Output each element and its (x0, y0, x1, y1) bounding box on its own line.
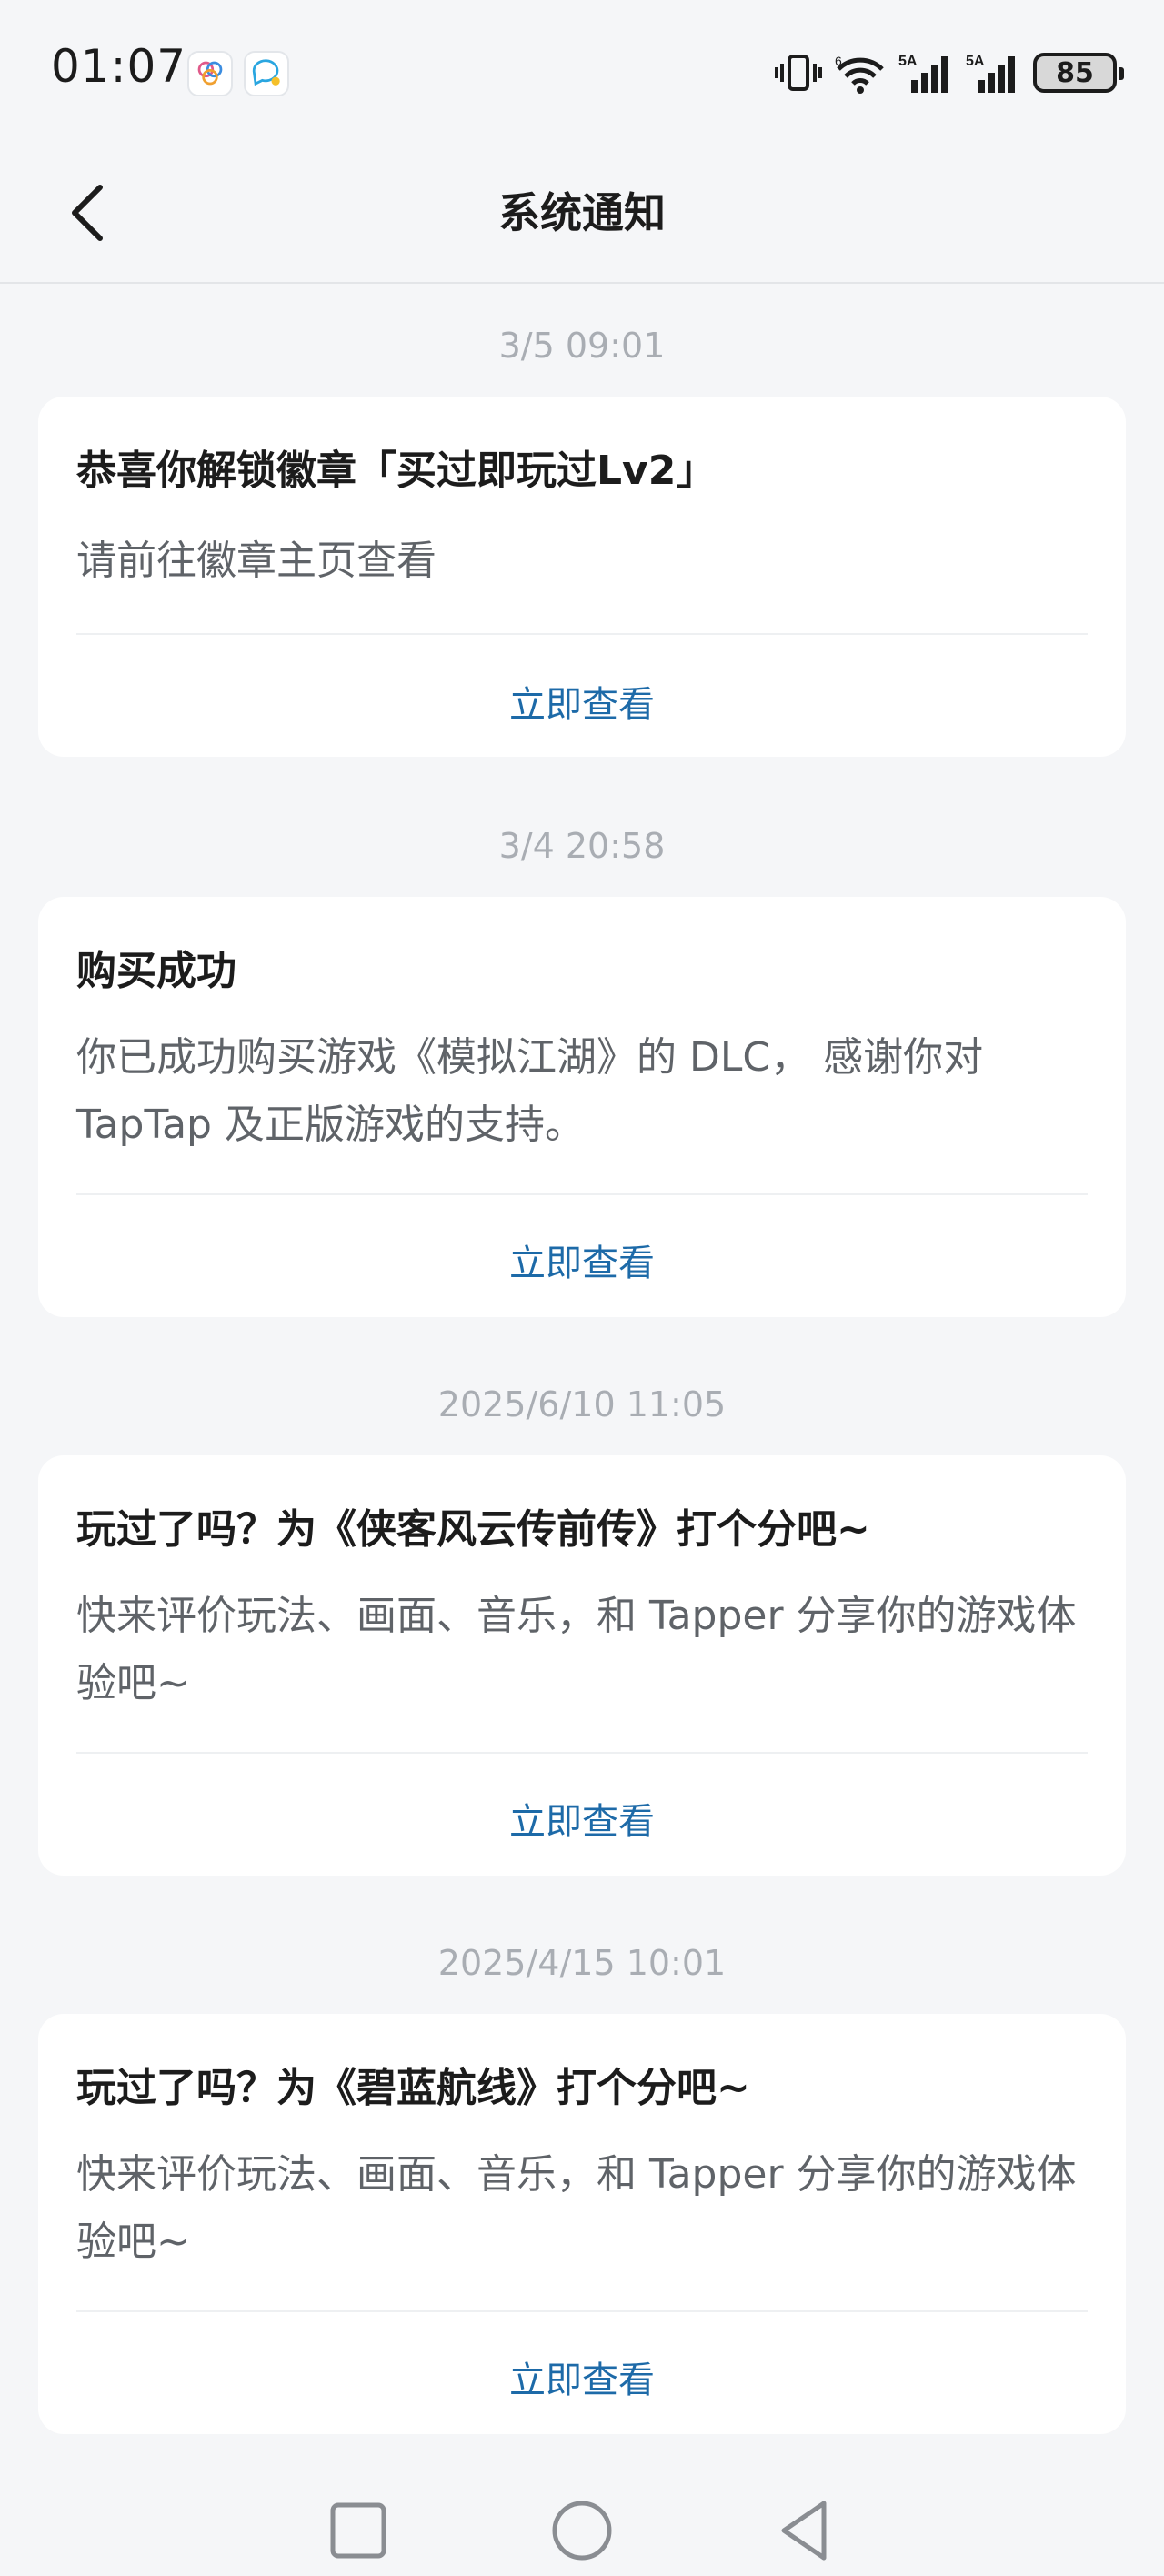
card-divider (76, 2310, 1088, 2312)
notification-title: 玩过了吗？为《侠客风云传前传》打个分吧~ (76, 1506, 870, 1553)
wifi-icon: 6 (835, 54, 884, 94)
back-nav-button[interactable] (773, 2498, 838, 2563)
notification-timestamp: 3/4 20:58 (498, 826, 666, 866)
notification-card[interactable]: 购买成功 你已成功购买游戏《模拟江湖》的 DLC， 感谢你对 TapTap 及正… (38, 897, 1126, 1317)
recent-apps-button[interactable] (326, 2498, 391, 2563)
home-button[interactable] (549, 2498, 615, 2563)
notification-title: 玩过了吗？为《碧蓝航线》打个分吧~ (76, 2065, 750, 2111)
notification-timestamp: 2025/6/10 11:05 (437, 1384, 727, 1424)
nav-bar: 系统通知 (0, 146, 1164, 284)
signal-1-icon: 5A (898, 54, 948, 93)
notification-card[interactable]: 玩过了吗？为《碧蓝航线》打个分吧~ 快来评价玩法、画面、音乐，和 Tapper … (38, 2014, 1126, 2434)
view-now-button[interactable]: 立即查看 (38, 1233, 1126, 1286)
network-2-label: 5A (966, 54, 985, 69)
app-notification-icon (187, 51, 233, 96)
notification-body: 快来评价玩法、画面、音乐，和 Tapper 分享你的游戏体验吧~ (76, 1593, 1077, 1706)
notification-card[interactable]: 恭喜你解锁徽章「买过即玩过Lv2」 请前往徽章主页查看 立即查看 (38, 397, 1126, 757)
network-1-label: 5A (898, 54, 918, 69)
notification-body: 你已成功购买游戏《模拟江湖》的 DLC， 感谢你对 TapTap 及正版游戏的支… (76, 1034, 984, 1148)
system-navigation-bar (0, 2485, 1164, 2576)
status-time: 01:07 (51, 40, 187, 93)
status-bar: 01:07 6 5A 5A 85 (0, 0, 1164, 146)
notification-title: 恭喜你解锁徽章「买过即玩过Lv2」 (76, 448, 717, 494)
notification-card[interactable]: 玩过了吗？为《侠客风云传前传》打个分吧~ 快来评价玩法、画面、音乐，和 Tapp… (38, 1455, 1126, 1876)
chat-notification-icon (244, 51, 289, 96)
notification-timestamp: 2025/4/15 10:01 (437, 1943, 727, 1983)
notification-body: 快来评价玩法、画面、音乐，和 Tapper 分享你的游戏体验吧~ (76, 2151, 1077, 2265)
page-title: 系统通知 (498, 188, 666, 237)
notification-timestamp: 3/5 09:01 (498, 326, 666, 366)
view-now-button[interactable]: 立即查看 (38, 1792, 1126, 1845)
view-now-button[interactable]: 立即查看 (38, 675, 1126, 728)
battery-level: 85 (1056, 56, 1094, 89)
card-divider (76, 633, 1088, 635)
view-now-button[interactable]: 立即查看 (38, 2350, 1126, 2403)
battery-icon: 85 (1033, 53, 1124, 93)
signal-2-icon: 5A (966, 54, 1015, 93)
vibrate-icon (775, 55, 822, 91)
notification-body: 请前往徽章主页查看 (76, 538, 436, 584)
notification-title: 购买成功 (76, 948, 236, 994)
card-divider (76, 1193, 1088, 1195)
card-divider (76, 1752, 1088, 1754)
status-indicators: 6 5A 5A 85 (775, 47, 1124, 98)
